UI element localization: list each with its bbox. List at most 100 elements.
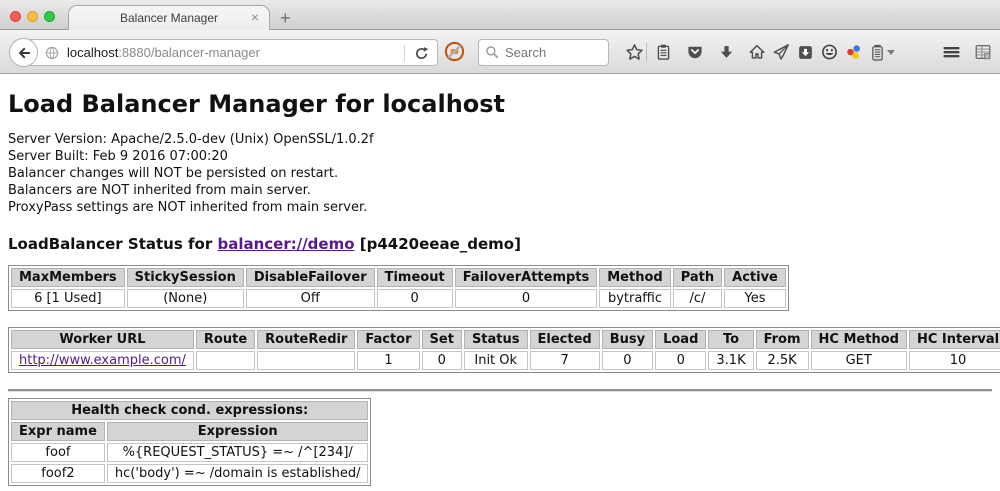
expression-cell: %{REQUEST_STATUS} =~ /^[234]/ bbox=[107, 443, 369, 462]
plugin-blocked-icon[interactable] bbox=[444, 41, 465, 67]
window-zoom-button[interactable] bbox=[44, 11, 55, 22]
overflow-chevron-icon[interactable] bbox=[885, 42, 897, 62]
smiley-icon bbox=[820, 43, 839, 61]
clipboard-button[interactable] bbox=[652, 42, 674, 62]
health-check-table: Health check cond. expressions: Expr nam… bbox=[8, 398, 371, 486]
send-button[interactable] bbox=[770, 42, 792, 62]
active-cell: Yes bbox=[724, 289, 786, 308]
downloads-arrow-icon bbox=[718, 44, 735, 61]
battery-extension-icon bbox=[869, 43, 886, 62]
worker-url-link[interactable]: http://www.example.com/ bbox=[19, 353, 186, 368]
column-header: Elected bbox=[530, 330, 600, 349]
to-cell: 3.1K bbox=[708, 351, 753, 370]
column-header: Busy bbox=[602, 330, 653, 349]
column-header: To bbox=[708, 330, 753, 349]
bookmark-star-button[interactable] bbox=[623, 42, 645, 62]
bookmark-star-icon bbox=[625, 43, 644, 62]
browser-tab[interactable]: Balancer Manager × bbox=[68, 5, 270, 30]
smiley-button[interactable] bbox=[818, 42, 840, 62]
globe-icon bbox=[44, 45, 60, 61]
send-plane-icon bbox=[772, 43, 790, 61]
toolbar-divider bbox=[646, 43, 647, 61]
from-cell: 2.5K bbox=[756, 351, 809, 370]
hamburger-menu-icon bbox=[942, 44, 961, 60]
column-header: FailoverAttempts bbox=[455, 268, 598, 287]
balancer-demo-link[interactable]: balancer://demo bbox=[217, 235, 354, 253]
window-minimize-button[interactable] bbox=[27, 11, 38, 22]
url-text: localhost:8880/balancer-manager bbox=[67, 45, 260, 60]
tab-title: Balancer Manager bbox=[120, 11, 218, 25]
save-box-icon bbox=[797, 44, 814, 61]
reload-button[interactable] bbox=[414, 46, 429, 66]
table-title-row: Health check cond. expressions: bbox=[11, 401, 368, 420]
new-tab-button[interactable]: + bbox=[280, 9, 291, 27]
column-header: MaxMembers bbox=[11, 268, 125, 287]
server-info: Server Version: Apache/2.5.0-dev (Unix) … bbox=[8, 131, 992, 216]
maxmembers-cell: 6 [1 Used] bbox=[11, 289, 125, 308]
downloadhelper-button[interactable] bbox=[843, 42, 865, 62]
column-header: StickySession bbox=[127, 268, 244, 287]
column-header: Expression bbox=[107, 422, 369, 441]
balancer-settings-table: MaxMembers StickySession DisableFailover… bbox=[8, 265, 789, 311]
search-input[interactable] bbox=[478, 39, 609, 66]
back-arrow-icon bbox=[16, 45, 32, 61]
persist-notice-line: Balancer changes will NOT be persisted o… bbox=[8, 165, 992, 182]
expr-name-cell: foof bbox=[11, 443, 105, 462]
load-cell: 0 bbox=[655, 351, 706, 370]
column-header: Timeout bbox=[377, 268, 453, 287]
column-header: Worker URL bbox=[11, 330, 194, 349]
column-header: Factor bbox=[357, 330, 419, 349]
table-row: 6 [1 Used] (None) Off 0 0 bytraffic /c/ … bbox=[11, 289, 786, 308]
table-row: foof2 hc('body') =~ /domain is establish… bbox=[11, 464, 368, 483]
downloads-button[interactable] bbox=[715, 42, 737, 62]
proxypass-notice-line: ProxyPass settings are NOT inherited fro… bbox=[8, 199, 992, 216]
urlbar-divider bbox=[404, 45, 405, 62]
pocket-button[interactable] bbox=[684, 42, 706, 62]
failoverattempts-cell: 0 bbox=[455, 289, 598, 308]
back-button[interactable] bbox=[9, 38, 38, 67]
hc-interval-cell: 10 bbox=[909, 351, 1000, 370]
factor-cell: 1 bbox=[357, 351, 419, 370]
column-header: Status bbox=[464, 330, 528, 349]
column-header: From bbox=[756, 330, 809, 349]
reload-icon bbox=[414, 46, 429, 61]
page-title: Load Balancer Manager for localhost bbox=[8, 90, 992, 118]
route-cell bbox=[196, 351, 255, 370]
home-icon bbox=[748, 43, 766, 61]
column-header: Set bbox=[422, 330, 462, 349]
column-header: Method bbox=[599, 268, 670, 287]
timeout-cell: 0 bbox=[377, 289, 453, 308]
expr-name-cell: foof2 bbox=[11, 464, 105, 483]
home-button[interactable] bbox=[746, 42, 768, 62]
downloadhelper-dots-icon bbox=[845, 43, 863, 61]
hc-method-cell: GET bbox=[811, 351, 907, 370]
horizontal-rule bbox=[8, 389, 992, 392]
column-header: HC Interval bbox=[909, 330, 1000, 349]
window-titlebar: Balancer Manager × + bbox=[0, 0, 1000, 30]
method-cell: bytraffic bbox=[599, 289, 670, 308]
path-cell: /c/ bbox=[673, 289, 722, 308]
table-header-row: Expr name Expression bbox=[11, 422, 368, 441]
stickysession-cell: (None) bbox=[127, 289, 244, 308]
save-box-button[interactable] bbox=[794, 42, 816, 62]
pocket-icon bbox=[686, 44, 704, 61]
balancers-notice-line: Balancers are NOT inherited from main se… bbox=[8, 182, 992, 199]
worker-url-cell: http://www.example.com/ bbox=[11, 351, 194, 370]
routeredir-cell bbox=[257, 351, 355, 370]
url-bar[interactable]: localhost:8880/balancer-manager bbox=[23, 39, 438, 66]
column-header: Load bbox=[655, 330, 706, 349]
pages-grid-button[interactable] bbox=[972, 42, 994, 62]
window-close-button[interactable] bbox=[10, 11, 21, 22]
search-bar[interactable] bbox=[478, 39, 609, 66]
disablefailover-cell: Off bbox=[246, 289, 375, 308]
status-heading-suffix: [p4420eeae_demo] bbox=[355, 235, 521, 253]
pages-grid-icon bbox=[974, 43, 992, 61]
column-header: Path bbox=[673, 268, 722, 287]
column-header: Active bbox=[724, 268, 786, 287]
server-built-line: Server Built: Feb 9 2016 07:00:20 bbox=[8, 148, 992, 165]
column-header: Route bbox=[196, 330, 255, 349]
menu-button[interactable] bbox=[940, 42, 962, 62]
expression-cell: hc('body') =~ /domain is established/ bbox=[107, 464, 369, 483]
worker-table: Worker URL Route RouteRedir Factor Set S… bbox=[8, 327, 1000, 373]
tab-close-icon[interactable]: × bbox=[251, 9, 259, 25]
